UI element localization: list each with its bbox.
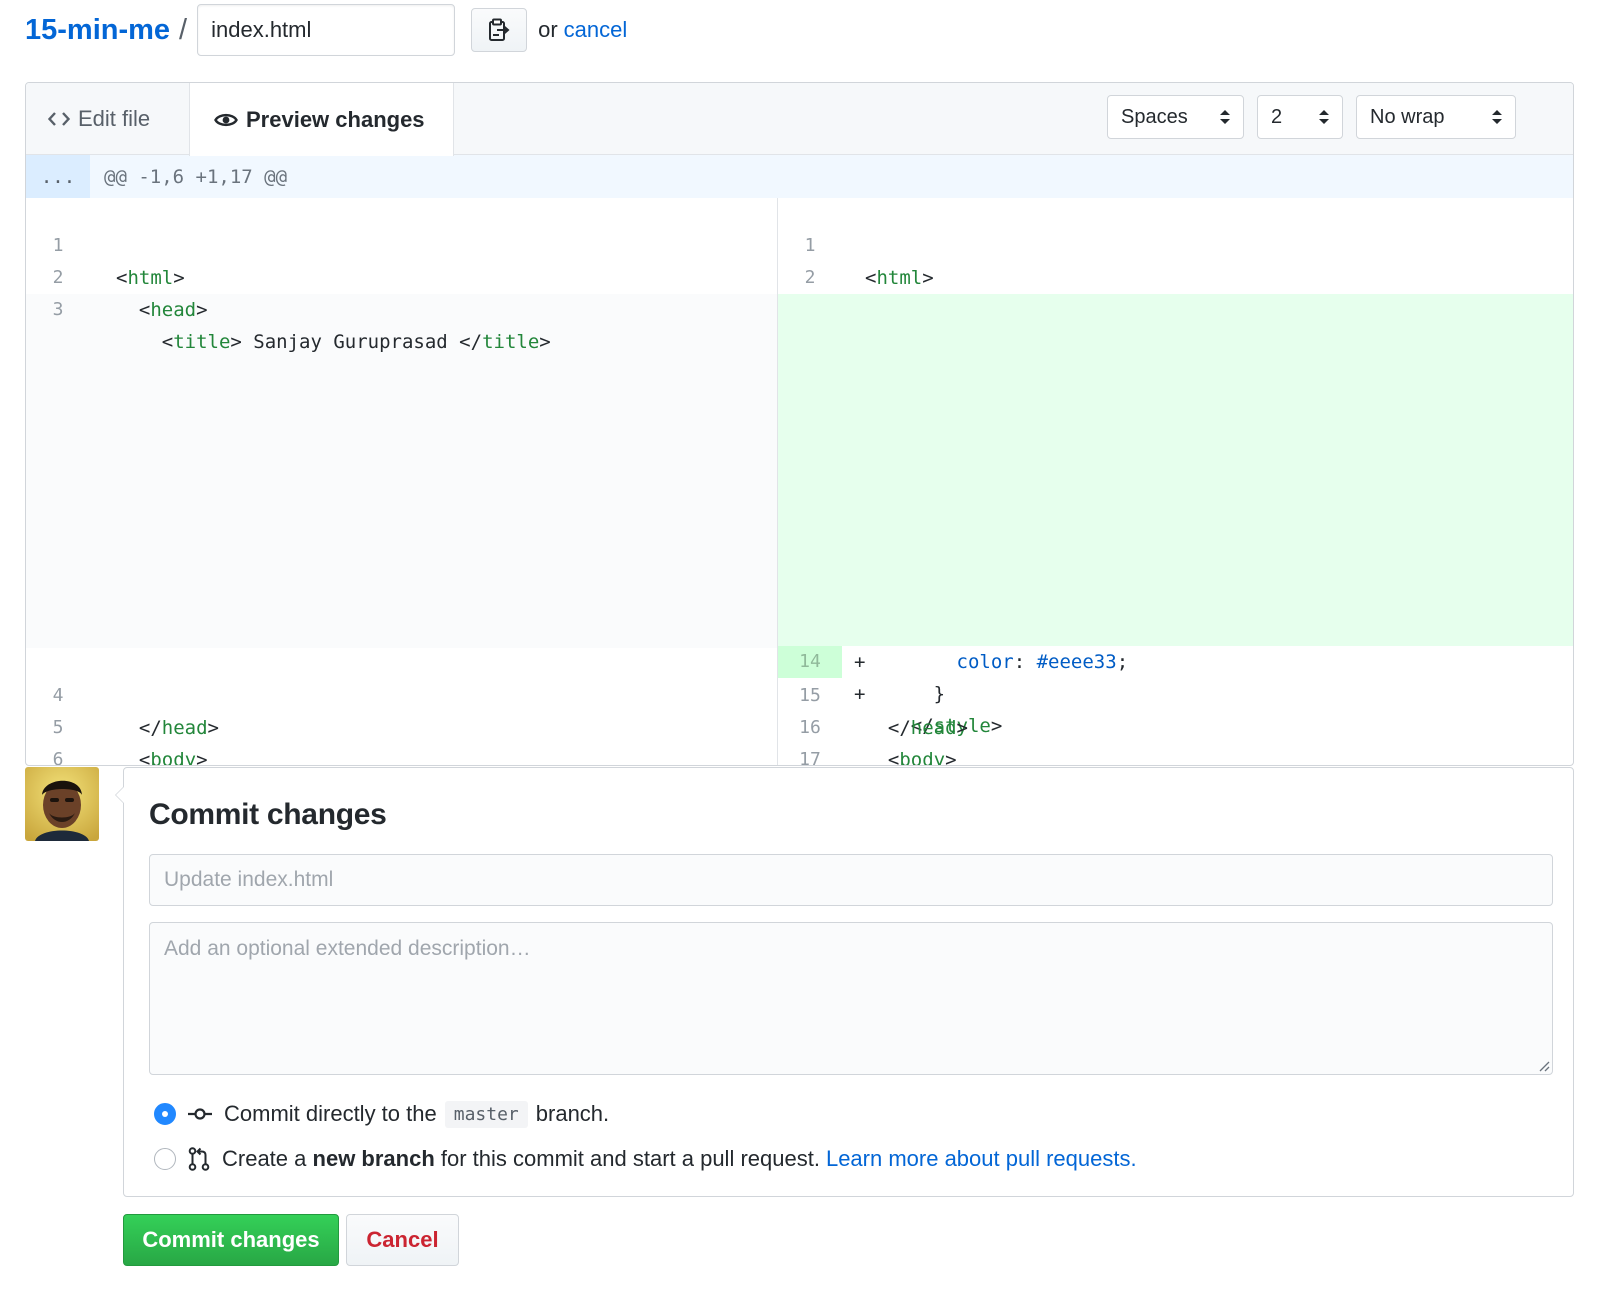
diff-line: 15 </head> [778,648,1573,739]
diff-line-added: 10 + h1 { [778,486,1573,609]
user-avatar-image [25,767,99,841]
commit-direct-suffix: branch. [535,1101,610,1126]
commit-form: Commit changes Commit directly to the ma… [115,767,1574,1197]
cancel-link[interactable]: cancel [564,17,628,43]
repo-link[interactable]: 15-min-me [25,14,170,47]
select-caret-icon [1492,110,1502,124]
speech-arrow-inner [116,787,124,803]
clipboard-button[interactable] [471,8,528,52]
diff-line: 17 <h1> Sanjay Guruprasad </h1> [778,712,1573,765]
indent-size-value: 2 [1271,105,1283,128]
indent-size-select[interactable]: 2 [1257,95,1343,139]
indent-mode-select[interactable]: Spaces [1107,95,1244,139]
diff-line: 3 <title> Sanjay Guruprasad </title> [26,262,777,353]
diff-line-added: 12 + color: #eeee33; [778,550,1573,673]
wrap-mode-value: No wrap [1370,105,1445,128]
diff-line: 16 <body> [778,680,1573,765]
indent-mode-value: Spaces [1121,105,1188,128]
diff-line-added: 6 + background-color: black; [778,358,1573,481]
code-icon [48,112,70,126]
hunk-range: @@ -1,6 +1,17 @@ [104,165,288,188]
wrap-mode-select[interactable]: No wrap [1356,95,1516,139]
new-branch-suffix: for this commit and start a pull request… [440,1146,820,1171]
commit-direct-radio[interactable] [154,1103,176,1125]
commit-summary-input[interactable] [149,854,1553,906]
select-caret-icon [1220,110,1230,124]
diff-right-side: 1 <html> 2 <head> 3 <title> Sanjay Gurup… [778,198,1573,765]
line-number[interactable]: 6 [26,744,90,765]
commit-changes-button[interactable]: Commit changes [123,1214,339,1266]
file-path-bar: 15-min-me / or cancel [25,3,627,57]
commit-direct-option[interactable]: Commit directly to the master branch. [154,1098,609,1130]
commit-form-title: Commit changes [149,798,387,831]
diff-line-added: 13 + } [778,582,1573,705]
tab-edit-file[interactable]: Edit file [26,83,189,155]
filename-input[interactable] [197,4,456,56]
file-editor: Edit file Preview changes Spaces 2 No wr… [25,82,1574,766]
avatar[interactable] [25,767,99,841]
diff-line: 1 <html> [778,198,1573,289]
line-number[interactable]: 3 [26,294,90,326]
diff-line-added: 5 + body { [778,326,1573,449]
cancel-button[interactable]: Cancel [346,1214,459,1266]
diff-line-added: 9 + } [778,454,1573,577]
tab-edit-file-label: Edit file [78,106,151,131]
diff-left-side: 1 <html> 2 <head> 3 <title> Sanjay Gurup… [26,198,778,765]
tab-preview-changes-label: Preview changes [246,106,425,132]
hunk-header: ... @@ -1,6 +1,17 @@ [26,155,1573,198]
line-number[interactable]: 17 [778,744,842,765]
diff-line: 5 <body> [26,680,777,765]
branch-name: master [444,1100,528,1128]
git-commit-icon [188,1107,212,1121]
code-line: <head> [116,299,208,321]
new-branch-bold: new branch [312,1146,435,1171]
diff-line: 2 <head> [26,230,777,321]
diff-line: 6 <h1> Sanjay Guruprasad </h1> [26,712,777,765]
eye-icon [214,113,238,126]
tab-preview-changes[interactable]: Preview changes [189,83,454,156]
diff-line-added: 14 + </style> [778,614,1573,737]
select-caret-icon [1319,110,1329,124]
diff-line-added: 11 + font-size: 60px; [778,518,1573,641]
new-branch-radio[interactable] [154,1148,176,1170]
commit-description-textarea[interactable] [149,922,1553,1075]
path-separator: / [179,13,188,46]
new-branch-text: Create a [222,1146,307,1171]
editor-tabbar: Edit file Preview changes Spaces 2 No wr… [26,83,1573,156]
new-branch-option[interactable]: Create a new branch for this commit and … [154,1143,1137,1175]
or-text: or [538,17,558,42]
code-line: <title> Sanjay Guruprasad </title> [116,331,551,353]
diff-line: 2 <head> [778,230,1573,321]
diff-line-added: 8 + padding: 200px; [778,422,1573,545]
resize-handle-icon[interactable] [1538,1060,1550,1072]
split-diff: 1 <html> 2 <head> 3 <title> Sanjay Gurup… [26,198,1573,765]
git-pull-request-icon [188,1147,210,1171]
code-line: <body> [116,749,208,766]
diff-line: 4 </head> [26,648,777,739]
clipboard-icon [489,18,510,41]
expand-diff-button[interactable]: ... [26,155,90,198]
diff-line: 1 <html> [26,198,777,289]
commit-direct-text: Commit directly to the [224,1101,437,1126]
code-line: <body> [865,749,957,766]
diff-line-added: 4 + <style> [778,294,1573,417]
learn-more-link[interactable]: Learn more about pull requests. [826,1146,1137,1172]
diff-line: 3 <title> Sanjay Guruprasad </title> [778,262,1573,353]
diff-line-added: 7 + text-align: center; [778,390,1573,513]
